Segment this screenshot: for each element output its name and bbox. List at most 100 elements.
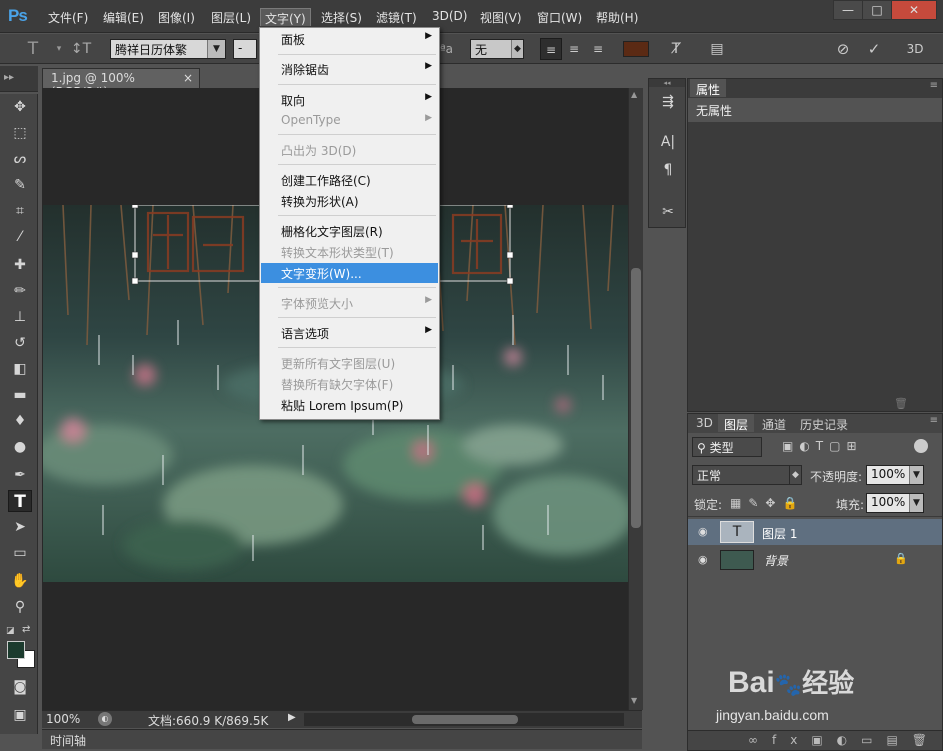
lock-icons[interactable]: ▦✎✥🔒 (730, 496, 804, 510)
gradient-tool-icon[interactable]: ▬ (8, 384, 32, 406)
zoom-tool-icon[interactable]: ⚲ (8, 596, 32, 618)
panel-menu-icon[interactable]: ≡ (930, 80, 938, 91)
foreground-color-swatch[interactable] (7, 641, 25, 659)
tab-history[interactable]: 历史记录 (794, 414, 854, 432)
clone-stamp-tool-icon[interactable]: ⊥ (8, 306, 32, 328)
character-panel-icon[interactable]: A| (656, 131, 680, 153)
menu-select[interactable]: 选择(S) (317, 8, 366, 26)
document-tab[interactable]: 1.jpg @ 100%(RGB/8#) × (42, 68, 200, 99)
type-tool-preset-icon[interactable]: T (22, 38, 44, 60)
shape-tool-icon[interactable]: ▭ (8, 542, 32, 564)
eyedropper-tool-icon[interactable]: ⁄ (8, 226, 32, 248)
tab-properties[interactable]: 属性 (690, 79, 727, 97)
lasso-tool-icon[interactable]: ᔕ (8, 148, 32, 170)
dock-collapse-icon[interactable]: ◂◂ (649, 79, 685, 87)
horizontal-scrollbar[interactable] (304, 713, 624, 726)
3d-button[interactable]: 3D (902, 38, 928, 60)
marquee-tool-icon[interactable]: ⬚ (8, 122, 32, 144)
path-select-tool-icon[interactable]: ➤ (8, 516, 32, 538)
menu-filter[interactable]: 滤镜(T) (372, 8, 421, 26)
info-icon[interactable]: ◐ (98, 712, 112, 726)
warp-text-icon[interactable]: Ⱦ (665, 38, 687, 60)
tab-channels[interactable]: 通道 (756, 414, 792, 432)
menu-item-rasterize-type-layer[interactable]: 栅格化文字图层(R) (261, 221, 438, 241)
crop-tool-icon[interactable]: ⌗ (8, 200, 32, 222)
minimize-button[interactable]: — (833, 0, 863, 20)
font-style-select[interactable]: - (233, 39, 257, 59)
text-orientation-icon[interactable]: ↕T (70, 38, 92, 60)
menu-3d[interactable]: 3D(D) (428, 8, 471, 26)
menu-item-paste-lorem-ipsum[interactable]: 粘贴 Lorem Ipsum(P) (261, 395, 438, 415)
menu-view[interactable]: 视图(V) (476, 8, 526, 26)
panel-menu-icon[interactable]: ≡ (930, 415, 938, 426)
menu-file[interactable]: 文件(F) (44, 8, 92, 26)
history-brush-tool-icon[interactable]: ↺ (8, 332, 32, 354)
maximize-button[interactable]: □ (862, 0, 892, 20)
align-right-button[interactable]: ≡ (587, 38, 609, 60)
eye-icon[interactable]: ◉ (698, 525, 712, 539)
default-colors-icon[interactable]: ◪ (6, 626, 15, 636)
brush-tool-icon[interactable]: ✏ (8, 280, 32, 302)
zoom-level[interactable]: 100% (46, 712, 80, 726)
text-color-swatch[interactable] (623, 41, 649, 57)
play-icon[interactable]: ▶ (288, 712, 296, 723)
align-left-button[interactable]: ≡ (540, 38, 562, 60)
menu-type[interactable]: 文字(Y) (260, 8, 311, 26)
scroll-down-icon[interactable]: ▼ (631, 696, 637, 705)
menu-item-warp-text[interactable]: 文字变形(W)... (261, 263, 438, 283)
align-center-button[interactable]: ≡ (563, 38, 585, 60)
chevron-down-icon[interactable]: ▾ (48, 38, 70, 60)
screen-mode-icon[interactable]: ▣ (8, 704, 32, 726)
commit-check-icon[interactable]: ✓ (863, 38, 885, 60)
dodge-tool-icon[interactable]: ● (8, 436, 32, 458)
close-icon[interactable]: × (183, 71, 193, 85)
scrollbar-thumb[interactable] (631, 268, 641, 528)
scrollbar-thumb[interactable] (412, 715, 518, 724)
eraser-tool-icon[interactable]: ◧ (8, 358, 32, 380)
opacity-field[interactable]: 100% ▼ (866, 465, 924, 485)
blur-tool-icon[interactable]: ♦ (8, 410, 32, 432)
tab-3d[interactable]: 3D (690, 414, 719, 432)
layer-filter-icons[interactable]: ▣◐T▢⊞ (782, 439, 863, 453)
paragraph-panel-icon[interactable]: ¶ (656, 159, 680, 181)
tool-presets-icon[interactable]: ✂ (656, 201, 680, 223)
blend-mode-select[interactable]: 正常 ◆ (692, 465, 802, 485)
menu-edit[interactable]: 编辑(E) (99, 8, 148, 26)
filter-toggle[interactable] (914, 439, 928, 453)
swap-colors-icon[interactable]: ⇄ (22, 624, 30, 635)
cancel-icon[interactable]: ⊘ (832, 38, 854, 60)
quick-select-tool-icon[interactable]: ✎ (8, 174, 32, 196)
menu-item-anti-alias[interactable]: 消除锯齿 ▶ (261, 59, 438, 79)
type-tool-icon[interactable]: T (8, 490, 32, 512)
antialias-select[interactable]: 无 ◆ (470, 39, 524, 59)
timeline-panel[interactable]: 时间轴 (42, 729, 642, 749)
font-family-select[interactable]: 腾祥日历体繁 ▼ (110, 39, 226, 59)
menu-item-panels[interactable]: 面板 ▶ (261, 29, 438, 49)
tools-panel-collapse[interactable]: ▸▸ (0, 66, 38, 92)
tab-layers[interactable]: 图层 (718, 414, 755, 432)
pen-tool-icon[interactable]: ✒ (8, 464, 32, 486)
menu-window[interactable]: 窗口(W) (533, 8, 586, 26)
menu-item-convert-to-shape[interactable]: 转换为形状(A) (261, 191, 438, 211)
menu-layer[interactable]: 图层(L) (207, 8, 255, 26)
menu-item-orientation[interactable]: 取向 ▶ (261, 90, 438, 110)
character-panel-icon[interactable]: ▤ (706, 38, 728, 60)
menu-help[interactable]: 帮助(H) (592, 8, 642, 26)
hand-tool-icon[interactable]: ✋ (8, 570, 32, 592)
layer-row[interactable]: ◉ T 图层 1 (688, 519, 942, 545)
close-button[interactable]: ✕ (891, 0, 937, 20)
scroll-up-icon[interactable]: ▲ (631, 90, 637, 99)
eye-icon[interactable]: ◉ (698, 553, 712, 567)
layer-filter-select[interactable]: ⚲ 类型 (692, 437, 762, 457)
vertical-scrollbar[interactable]: ▲ ▼ (628, 88, 643, 710)
move-tool-icon[interactable]: ✥ (8, 96, 32, 118)
healing-brush-tool-icon[interactable]: ✚ (8, 254, 32, 276)
fill-field[interactable]: 100% ▼ (866, 493, 924, 513)
quick-mask-icon[interactable]: ◙ (8, 676, 32, 698)
layers-footer-icons[interactable]: ∞fx▣◐▭▤🗑 (688, 730, 942, 750)
menu-item-create-work-path[interactable]: 创建工作路径(C) (261, 170, 438, 190)
properties-panel-icon[interactable]: ⇶ (656, 91, 680, 113)
menu-image[interactable]: 图像(I) (154, 8, 199, 26)
trash-icon[interactable]: 🗑 (894, 397, 908, 410)
layer-row[interactable]: ◉ 背景 🔒 (688, 547, 942, 573)
